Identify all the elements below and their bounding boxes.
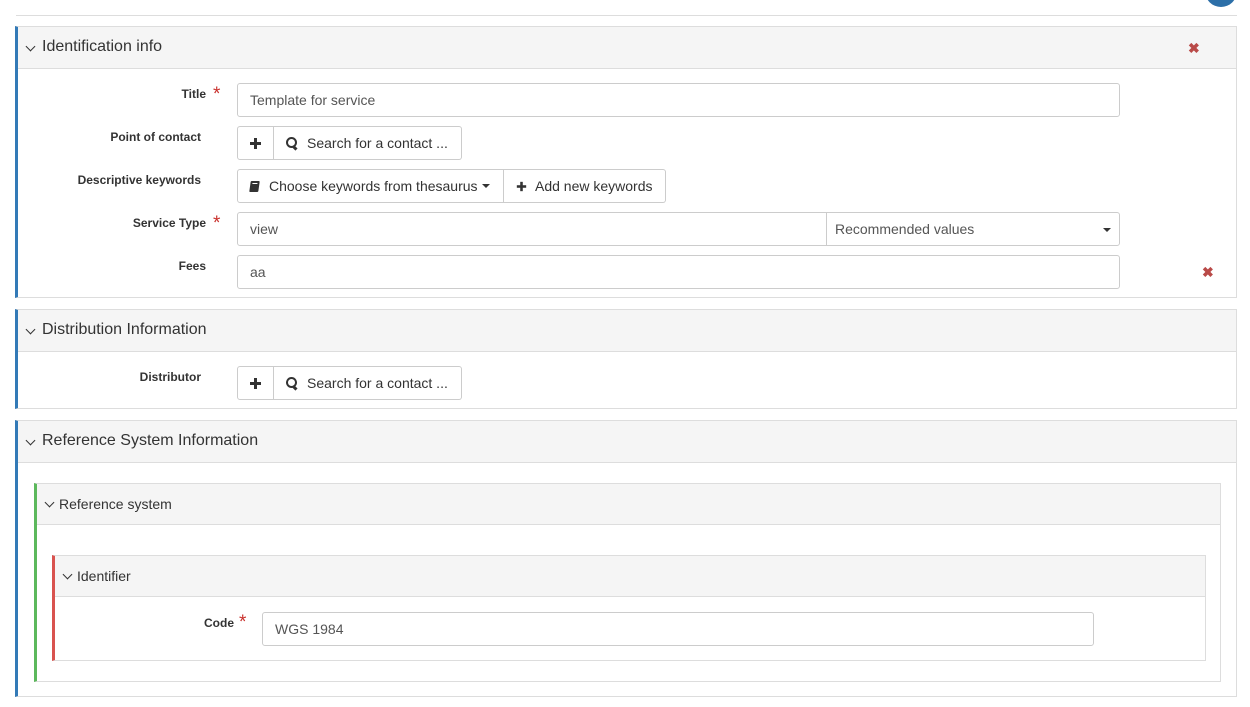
service-type-input[interactable]	[237, 212, 827, 246]
plus-icon	[516, 181, 527, 191]
reference-system-subpanel: Reference system Identifier Code *	[34, 483, 1221, 682]
add-keywords-button[interactable]: Add new keywords	[504, 169, 666, 203]
identification-panel: Identification info ✖ Title * Point of c…	[15, 26, 1237, 298]
panel-title: Distribution Information	[42, 321, 207, 338]
reference-system-subpanel-header[interactable]: Reference system	[37, 484, 1220, 525]
search-contact-label: Search for a contact ...	[307, 135, 448, 151]
distribution-panel: Distribution Information Distributor Sea…	[15, 309, 1237, 409]
search-contact-label: Search for a contact ...	[307, 375, 448, 391]
service-type-label: Service Type	[132, 216, 206, 230]
chevron-down-icon[interactable]	[62, 569, 73, 580]
caret-down-icon	[1103, 228, 1111, 232]
panel-title: Identification info	[42, 38, 163, 55]
point-of-contact-label: Point of contact	[110, 130, 201, 144]
distributor-label: Distributor	[139, 370, 201, 384]
search-distributor-button[interactable]: Search for a contact ...	[274, 366, 462, 400]
book-icon	[249, 180, 260, 192]
search-icon	[286, 376, 299, 390]
fees-label: Fees	[178, 259, 206, 273]
distribution-panel-header[interactable]: Distribution Information	[18, 310, 1236, 352]
identifier-title: Identifier	[77, 568, 131, 584]
panel-title: Reference System Information	[42, 432, 259, 449]
subpanel-title: Reference system	[59, 496, 172, 512]
identifier-panel-header[interactable]: Identifier	[55, 556, 1205, 597]
identification-panel-header[interactable]: Identification info ✖	[18, 27, 1236, 69]
chevron-down-icon[interactable]	[44, 497, 55, 508]
search-contact-button[interactable]: Search for a contact ...	[274, 126, 462, 160]
title-label: Title	[181, 87, 206, 101]
fees-input[interactable]	[237, 255, 1120, 289]
remove-fees-icon[interactable]: ✖	[1202, 265, 1214, 279]
code-input[interactable]	[262, 612, 1094, 646]
required-icon: *	[213, 84, 221, 105]
chevron-down-icon[interactable]	[25, 435, 36, 446]
add-contact-button[interactable]	[237, 126, 274, 160]
add-distributor-button[interactable]	[237, 366, 274, 400]
choose-keywords-label: Choose keywords from thesaurus	[269, 178, 478, 194]
chevron-down-icon[interactable]	[25, 41, 36, 52]
required-icon: *	[239, 612, 247, 633]
identifier-panel: Identifier Code *	[52, 555, 1206, 661]
reference-system-panel: Reference System Information Reference s…	[15, 420, 1237, 697]
search-icon	[286, 136, 299, 150]
plus-icon	[250, 137, 261, 149]
title-input[interactable]	[237, 83, 1120, 117]
caret-down-icon	[481, 184, 490, 188]
remove-section-icon[interactable]: ✖	[1188, 41, 1200, 55]
avatar[interactable]	[1205, 0, 1237, 7]
chevron-down-icon[interactable]	[25, 324, 36, 335]
code-label: Code	[204, 616, 234, 630]
required-icon: *	[213, 213, 221, 234]
plus-icon	[250, 377, 261, 389]
top-divider	[16, 15, 1237, 16]
add-keywords-label: Add new keywords	[535, 178, 653, 194]
choose-keywords-button[interactable]: Choose keywords from thesaurus	[237, 169, 504, 203]
descriptive-keywords-label: Descriptive keywords	[77, 173, 201, 187]
reference-system-panel-header[interactable]: Reference System Information	[18, 421, 1236, 463]
recommended-values-select[interactable]: Recommended values	[826, 212, 1120, 246]
recommended-values-label: Recommended values	[835, 221, 975, 237]
